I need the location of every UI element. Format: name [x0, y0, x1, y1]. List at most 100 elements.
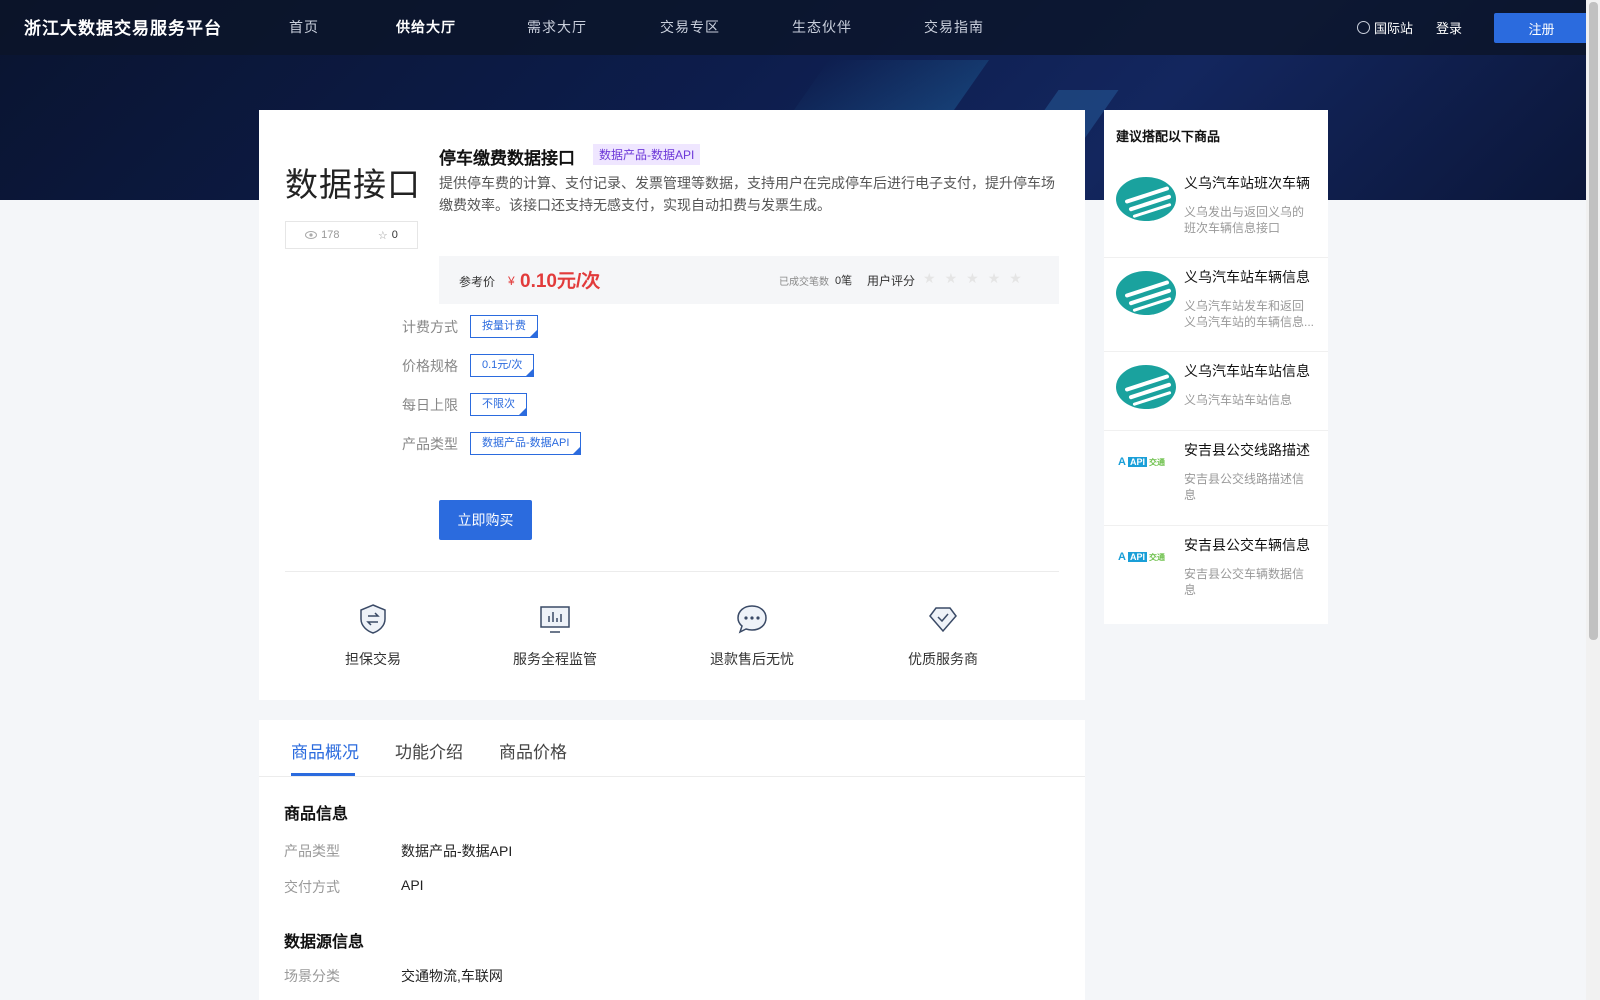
nav-demand-hall[interactable]: 需求大厅 — [527, 17, 587, 37]
section-title: 商品信息 — [284, 806, 349, 823]
nav-home[interactable]: 首页 — [289, 17, 319, 37]
rating-stars[interactable]: ★★★★★ — [923, 270, 1031, 287]
monitor-chart-icon — [538, 602, 572, 636]
feature-guarantee: 担保交易 — [303, 602, 443, 669]
recommended-item[interactable]: A API 交通 安吉县公交线路描述 安吉县公交线路描述信息 — [1104, 432, 1328, 526]
product-detail-section: 商品概况 功能介绍 商品价格 商品信息 产品类型 数据产品-数据API 交付方式… — [259, 720, 1085, 1000]
product-card: 数据接口 178 ☆ 0 停车缴费数据接口 数据产品-数据API 提供停车费的计… — [259, 110, 1085, 700]
views-count: 178 — [321, 229, 340, 241]
recommended-item-name[interactable]: 安吉县公交线路描述 — [1184, 442, 1318, 459]
chat-bubble-icon — [735, 602, 769, 636]
intl-site-link[interactable]: 国际站 — [1374, 18, 1413, 37]
section-title: 数据源信息 — [284, 934, 365, 951]
product-stats: 178 ☆ 0 — [285, 221, 418, 249]
divider — [285, 571, 1059, 572]
anji-api-logo-icon: A API 交通 — [1118, 551, 1165, 563]
site-logo[interactable]: 浙江大数据交易服务平台 — [24, 14, 222, 39]
favorites-count: 0 — [391, 229, 398, 241]
nav-partners[interactable]: 生态伙伴 — [792, 17, 852, 37]
product-description: 提供停车费的计算、支付记录、发票管理等数据，支持用户在完成停车后进行电子支付，提… — [439, 175, 1055, 213]
price-value: 0.10元/次 — [520, 271, 601, 292]
recommendation-title: 建议搭配以下商品 — [1116, 129, 1221, 144]
recommendation-panel: 建议搭配以下商品 义乌汽车站班次车辆 义乌发出与返回义乌的班次车辆信息接口 义乌… — [1104, 110, 1328, 624]
rating-label: 用户评分 — [867, 274, 916, 288]
info-row: 交付方式 API — [284, 877, 424, 897]
info-value: API — [401, 877, 424, 893]
tab-overview[interactable]: 商品概况 — [291, 738, 359, 763]
info-value: 交通物流,车联网 — [401, 968, 503, 984]
nav-guide[interactable]: 交易指南 — [924, 17, 984, 37]
spec-product-type: 产品类型 数据产品-数据API — [402, 432, 582, 455]
diamond-check-icon — [926, 602, 960, 636]
star-icon[interactable]: ★ — [988, 270, 1010, 286]
nav-supply-hall[interactable]: 供给大厅 — [396, 17, 456, 37]
spec-option-billing[interactable]: 按量计费 — [470, 315, 538, 338]
feature-refund: 退款售后无忧 — [682, 602, 822, 669]
info-row: 场景分类 交通物流,车联网 — [284, 966, 503, 986]
info-row: 产品类型 数据产品-数据API — [284, 841, 512, 861]
spec-label: 价格规格 — [402, 357, 458, 374]
top-navigation: 浙江大数据交易服务平台 首页 供给大厅 需求大厅 交易专区 生态伙伴 交易指南 … — [0, 0, 1600, 55]
star-outline-icon: ☆ — [377, 229, 388, 242]
currency-symbol: ¥ — [508, 274, 515, 288]
star-icon[interactable]: ★ — [945, 270, 967, 286]
recommended-item-desc: 义乌发出与返回义乌的班次车辆信息接口 — [1184, 205, 1305, 235]
tab-pricing[interactable]: 商品价格 — [499, 738, 567, 763]
anji-api-logo-icon: A API 交通 — [1118, 456, 1165, 468]
recommended-item-name[interactable]: 义乌汽车站车辆信息 — [1184, 269, 1318, 286]
recommended-item-desc: 义乌汽车站车站信息 — [1184, 393, 1293, 407]
spec-daily-limit: 每日上限 不限次 — [402, 393, 527, 416]
login-link[interactable]: 登录 — [1436, 18, 1462, 37]
product-cover-title: 数据接口 — [285, 165, 421, 204]
info-label: 产品类型 — [284, 843, 340, 859]
product-title: 停车缴费数据接口 — [439, 149, 575, 168]
trades-label: 已成交笔数 — [779, 277, 829, 288]
spec-billing: 计费方式 按量计费 — [402, 315, 538, 338]
price-label: 参考价 — [459, 275, 496, 289]
info-value: 数据产品-数据API — [401, 843, 513, 859]
feature-label: 优质服务商 — [908, 651, 978, 667]
recommended-item-desc: 安吉县公交线路描述信息 — [1184, 472, 1305, 502]
views-stat: 178 — [305, 229, 340, 241]
spec-option-price[interactable]: 0.1元/次 — [470, 354, 535, 377]
recommended-item[interactable]: 义乌汽车站车站信息 义乌汽车站车站信息 — [1104, 353, 1328, 431]
eye-icon — [305, 231, 318, 239]
feature-quality-provider: 优质服务商 — [873, 602, 1013, 669]
favorites-stat[interactable]: ☆ 0 — [378, 229, 398, 242]
price-panel: 参考价 ¥ 0.10元/次 已成交笔数 0笔 用户评分 ★★★★★ — [439, 256, 1059, 304]
feature-supervision: 服务全程监管 — [485, 602, 625, 669]
feature-label: 退款售后无忧 — [710, 651, 794, 667]
scrollbar-thumb[interactable] — [1589, 2, 1598, 640]
spec-option-daily-limit[interactable]: 不限次 — [470, 393, 527, 416]
yiwu-bus-logo-icon — [1116, 365, 1176, 409]
spec-label: 产品类型 — [402, 435, 458, 452]
recommended-item-name[interactable]: 义乌汽车站班次车辆 — [1184, 175, 1318, 192]
trades-count: 0笔 — [835, 275, 853, 287]
feature-label: 担保交易 — [345, 651, 401, 667]
recommended-item[interactable]: A API 交通 安吉县公交车辆信息 安吉县公交车辆数据信息 — [1104, 527, 1328, 621]
star-icon[interactable]: ★ — [1009, 270, 1031, 286]
nav-trade-zone[interactable]: 交易专区 — [660, 17, 720, 37]
star-icon[interactable]: ★ — [923, 270, 945, 286]
info-label: 场景分类 — [284, 968, 340, 984]
divider — [259, 776, 1085, 777]
buy-now-button[interactable]: 立即购买 — [439, 500, 532, 540]
yiwu-bus-logo-icon — [1116, 177, 1176, 221]
recommended-item-name[interactable]: 安吉县公交车辆信息 — [1184, 537, 1318, 554]
info-label: 交付方式 — [284, 879, 340, 895]
shield-exchange-icon — [356, 602, 390, 636]
yiwu-bus-logo-icon — [1116, 271, 1176, 315]
spec-label: 计费方式 — [402, 318, 458, 335]
globe-icon[interactable] — [1357, 21, 1370, 34]
feature-label: 服务全程监管 — [513, 651, 597, 667]
star-icon[interactable]: ★ — [966, 270, 988, 286]
tab-features[interactable]: 功能介绍 — [395, 738, 463, 763]
recommended-item[interactable]: 义乌汽车站班次车辆 义乌发出与返回义乌的班次车辆信息接口 — [1104, 165, 1328, 258]
register-button[interactable]: 注册 — [1494, 13, 1589, 43]
recommended-item-desc: 安吉县公交车辆数据信息 — [1184, 567, 1305, 597]
spec-option-product-type[interactable]: 数据产品-数据API — [470, 432, 582, 455]
recommended-item-name[interactable]: 义乌汽车站车站信息 — [1184, 363, 1318, 380]
recommended-item-desc: 义乌汽车站发车和返回义乌汽车站的车辆信息... — [1184, 299, 1315, 329]
recommended-item[interactable]: 义乌汽车站车辆信息 义乌汽车站发车和返回义乌汽车站的车辆信息... — [1104, 259, 1328, 352]
product-type-tag: 数据产品-数据API — [593, 144, 701, 165]
